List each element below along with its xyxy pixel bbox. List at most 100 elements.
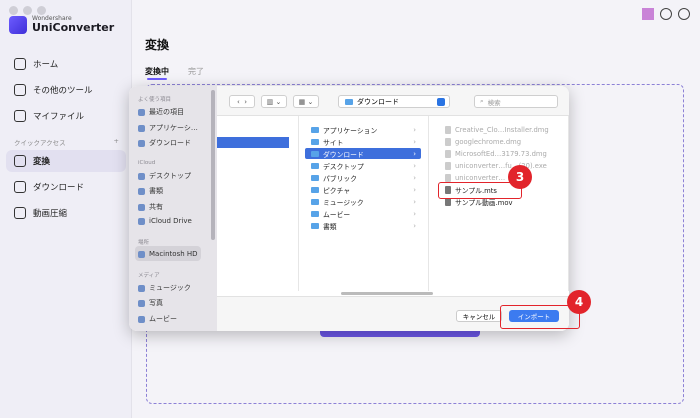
search-placeholder: 検索 [487, 98, 501, 107]
desktop-icon [138, 172, 145, 180]
location-popup[interactable]: ダウンロード [338, 95, 450, 108]
nav-convert[interactable]: 変換 [6, 150, 126, 172]
places-title: 場所 [138, 240, 150, 246]
nav-compress[interactable]: 動画圧縮 [6, 202, 126, 224]
sidebar-item-icloud-drive[interactable]: iCloud Drive [138, 217, 192, 225]
file-item: MicrosoftEd…3179.73.dmg [439, 148, 563, 159]
chevron-right-icon: › [413, 125, 416, 134]
column-view-button[interactable]: ▥ ⌄ [261, 95, 287, 108]
download-icon [138, 139, 145, 147]
nav-download[interactable]: ダウンロード [6, 176, 126, 198]
location-label: ダウンロード [357, 97, 399, 106]
nav-myfiles[interactable]: マイファイル [6, 105, 126, 127]
column1-selection[interactable] [217, 137, 289, 148]
tab-converting[interactable]: 変換中 [145, 66, 169, 80]
camera-icon [138, 299, 145, 307]
folder-icon [311, 174, 319, 181]
nav-tools[interactable]: その他のツール [6, 79, 126, 101]
back-forward-buttons[interactable]: ‹ › [229, 95, 255, 108]
brand: Wondershare UniConverter [9, 15, 114, 34]
grid-icon: ▦ ⌄ [298, 97, 314, 106]
folder-item[interactable]: ミュージック › [305, 196, 421, 207]
page-title: 変換 [145, 38, 170, 52]
convert-icon [14, 155, 26, 167]
chevron-right-icon: › [413, 149, 416, 158]
nav-home[interactable]: ホーム [6, 53, 126, 75]
file-item: googlechrome.dmg [439, 136, 563, 147]
folder-item[interactable]: デスクトップ › [305, 160, 421, 171]
search-input[interactable]: ⌕ 検索 [474, 95, 558, 108]
window-controls[interactable] [9, 6, 46, 15]
sidebar-item-music[interactable]: ミュージック [138, 283, 191, 293]
chevron-right-icon: › [413, 221, 416, 230]
file-icon [445, 149, 451, 158]
sidebar-item-macintosh-hd[interactable]: Macintosh HD [138, 250, 198, 258]
folder-label: ダウンロード [323, 150, 364, 159]
dialog-toolbar: ‹ › ▥ ⌄ ▦ ⌄ ダウンロード ⌕ 検索 [217, 86, 569, 116]
folder-item[interactable]: ムービー › [305, 208, 421, 219]
folder-icon [311, 138, 319, 145]
sidebar-item-label: 写真 [149, 299, 163, 307]
sidebar-item-label: ムービー [149, 315, 177, 323]
horizontal-scrollbar[interactable] [341, 292, 433, 295]
sidebar-item-label: ダウンロード [149, 139, 191, 147]
sidebar-item-downloads[interactable]: ダウンロード [138, 138, 191, 148]
folder-label: アプリケーション [323, 126, 378, 135]
sidebar-scrollbar[interactable] [211, 90, 215, 240]
folder-icon [311, 186, 319, 193]
sidebar-item-desktop[interactable]: デスクトップ [138, 171, 191, 181]
folder-item[interactable]: サイト › [305, 136, 421, 147]
app-sidebar: Wondershare UniConverter ホーム その他のツール マイフ… [0, 0, 132, 418]
apps-icon [138, 124, 145, 132]
sidebar-item-label: iCloud Drive [149, 217, 192, 225]
file-icon [445, 137, 451, 146]
sidebar-item-applications[interactable]: アプリケーシ… [138, 123, 198, 133]
folder-label: デスクトップ [323, 162, 364, 171]
nav-download-label: ダウンロード [33, 183, 85, 193]
media-title: メディア [138, 273, 160, 279]
sidebar-item-photos[interactable]: 写真 [138, 298, 163, 308]
step-badge-3: 3 [508, 165, 532, 189]
folder-label: パブリック [323, 174, 357, 183]
sidebar-item-shared[interactable]: 共有 [138, 202, 163, 212]
file-label: uniconverter… [455, 173, 506, 182]
avatar[interactable] [642, 8, 654, 20]
search-icon: ⌕ [480, 97, 484, 105]
message-icon[interactable] [660, 8, 672, 20]
top-right-icons [642, 8, 690, 20]
group-button[interactable]: ▦ ⌄ [293, 95, 319, 108]
sidebar-item-movies[interactable]: ムービー [138, 314, 177, 324]
cancel-button[interactable]: キャンセル [456, 310, 502, 322]
folder-item[interactable]: パブリック › [305, 172, 421, 183]
max-dot[interactable] [37, 6, 46, 15]
chevron-right-icon: › [413, 197, 416, 206]
file-item: uniconverter…fu…(20).exe [439, 160, 563, 171]
file-label: MicrosoftEd…3179.73.dmg [455, 149, 547, 158]
folder-label: ミュージック [323, 198, 364, 207]
tab-finished[interactable]: 完了 [188, 66, 204, 77]
folder-label: ムービー [323, 210, 351, 219]
music-icon [138, 284, 145, 292]
folder-item-selected[interactable]: ダウンロード › [305, 148, 421, 159]
folder-item[interactable]: アプリケーション › [305, 124, 421, 135]
nav-tools-label: その他のツール [33, 86, 93, 96]
min-dot[interactable] [23, 6, 32, 15]
toolbox-icon [14, 84, 26, 96]
folder-item[interactable]: 書類 › [305, 220, 421, 231]
chevron-left-icon: ‹ [236, 97, 240, 106]
support-icon[interactable] [678, 8, 690, 20]
folder-icon [311, 222, 319, 229]
sidebar-item-recent[interactable]: 最近の項目 [138, 107, 184, 117]
sidebar-item-label: Macintosh HD [149, 250, 198, 258]
quick-add-button[interactable]: + [114, 137, 119, 147]
file-label: googlechrome.dmg [455, 137, 522, 146]
sidebar-item-documents[interactable]: 書類 [138, 186, 163, 196]
folder-icon [345, 98, 353, 105]
download-icon [14, 181, 26, 193]
folder-item[interactable]: ピクチャ › [305, 184, 421, 195]
close-dot[interactable] [9, 6, 18, 15]
columns-icon: ▥ ⌄ [266, 97, 282, 106]
clock-icon [138, 108, 145, 116]
folder-icon [311, 162, 319, 169]
shared-folder-icon [138, 203, 145, 211]
